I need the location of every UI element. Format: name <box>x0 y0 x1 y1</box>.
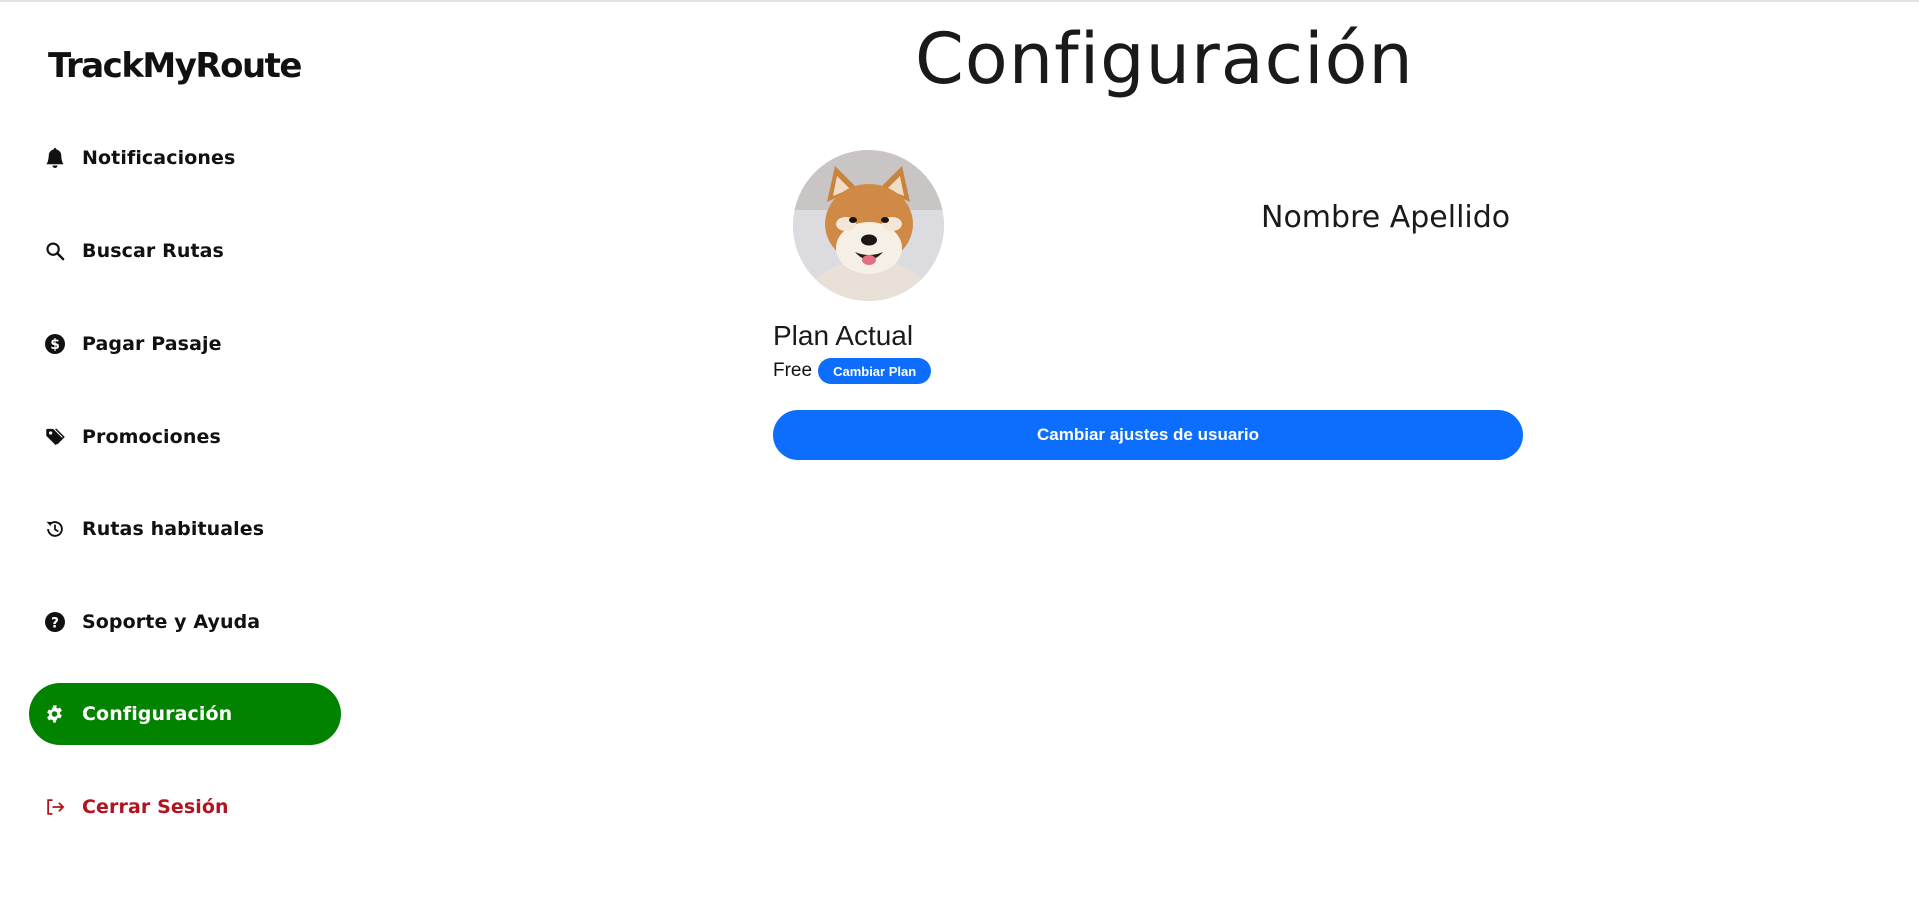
plan-heading: Plan Actual <box>773 320 914 351</box>
svg-text:$: $ <box>50 337 60 353</box>
dollar-coin-icon: $ <box>44 333 66 355</box>
sidebar-item-rutas-habituales[interactable]: Rutas habituales <box>29 498 341 560</box>
sidebar-item-buscar-rutas[interactable]: Buscar Rutas <box>29 220 341 282</box>
question-circle-icon: ? <box>44 611 66 633</box>
tags-icon <box>44 426 66 448</box>
gear-icon <box>44 703 66 725</box>
sidebar-item-notificaciones[interactable]: Notificaciones <box>29 127 341 189</box>
avatar <box>793 150 944 301</box>
sidebar-item-label: Rutas habituales <box>82 518 265 540</box>
plan-row: Free Cambiar Plan <box>773 358 932 384</box>
change-plan-button[interactable]: Cambiar Plan <box>818 358 932 384</box>
sidebar-item-label: Cerrar Sesión <box>82 796 229 818</box>
sidebar-item-label: Pagar Pasaje <box>82 333 222 355</box>
change-user-settings-button[interactable]: Cambiar ajustes de usuario <box>773 410 1523 460</box>
sidebar-item-pagar-pasaje[interactable]: $ Pagar Pasaje <box>29 313 341 375</box>
page-title: Configuración <box>915 18 1414 100</box>
history-icon <box>44 518 66 540</box>
sidebar-item-configuracion[interactable]: Configuración <box>29 683 341 745</box>
user-name: Nombre Apellido <box>1261 200 1511 235</box>
sidebar-item-label: Notificaciones <box>82 147 236 169</box>
sidebar-item-label: Configuración <box>82 703 233 725</box>
plan-value: Free <box>773 360 813 381</box>
logout-icon <box>44 796 66 818</box>
sidebar-item-soporte-ayuda[interactable]: ? Soporte y Ayuda <box>29 591 341 653</box>
bell-icon <box>44 147 66 169</box>
app-logo[interactable]: TrackMyRoute <box>48 46 303 86</box>
dog-avatar-photo <box>793 150 944 301</box>
sidebar-item-promociones[interactable]: Promociones <box>29 406 341 468</box>
search-icon <box>44 240 66 262</box>
sidebar-item-cerrar-sesion[interactable]: Cerrar Sesión <box>29 776 341 838</box>
sidebar-item-label: Buscar Rutas <box>82 240 224 262</box>
sidebar-item-label: Promociones <box>82 426 221 448</box>
sidebar: TrackMyRoute Notificaciones Buscar Rutas… <box>0 0 360 904</box>
svg-text:?: ? <box>51 615 59 631</box>
sidebar-item-label: Soporte y Ayuda <box>82 611 261 633</box>
